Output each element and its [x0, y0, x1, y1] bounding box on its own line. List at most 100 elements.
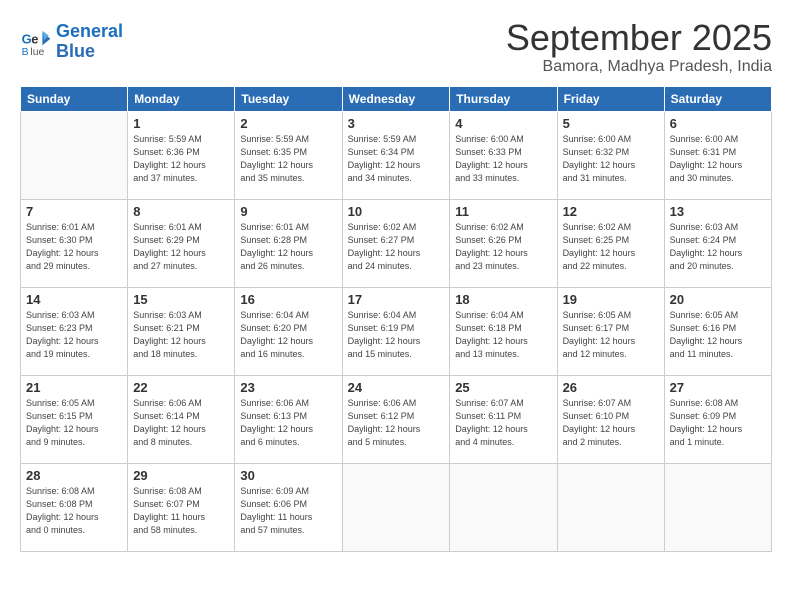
calendar-cell: 15 Sunrise: 6:03 AMSunset: 6:21 PMDayligh… [128, 287, 235, 375]
day-info: Sunrise: 6:03 AMSunset: 6:21 PMDaylight:… [133, 309, 229, 361]
day-number: 19 [563, 292, 659, 307]
weekday-header-monday: Monday [128, 86, 235, 111]
day-number: 29 [133, 468, 229, 483]
day-number: 1 [133, 116, 229, 131]
calendar-cell: 16 Sunrise: 6:04 AMSunset: 6:20 PMDayligh… [235, 287, 342, 375]
weekday-header-wednesday: Wednesday [342, 86, 450, 111]
day-number: 11 [455, 204, 551, 219]
calendar-header-row: SundayMondayTuesdayWednesdayThursdayFrid… [21, 86, 772, 111]
day-number: 2 [240, 116, 336, 131]
day-info: Sunrise: 6:05 AMSunset: 6:15 PMDaylight:… [26, 397, 122, 449]
calendar-cell: 3Sunrise: 5:59 AMSunset: 6:34 PMDaylight… [342, 111, 450, 199]
calendar-cell: 29 Sunrise: 6:08 AMSunset: 6:07 PMDayligh… [128, 463, 235, 551]
day-info: Sunrise: 6:07 AMSunset: 6:10 PMDaylight:… [563, 397, 659, 449]
calendar-cell [664, 463, 771, 551]
calendar-cell: 11 Sunrise: 6:02 AMSunset: 6:26 PMDayligh… [450, 199, 557, 287]
day-number: 5 [563, 116, 659, 131]
day-number: 27 [670, 380, 766, 395]
calendar-cell [342, 463, 450, 551]
day-number: 15 [133, 292, 229, 307]
calendar-cell: 13Sunrise: 6:03 AMSunset: 6:24 PMDayligh… [664, 199, 771, 287]
calendar-week-4: 21 Sunrise: 6:05 AMSunset: 6:15 PMDayligh… [21, 375, 772, 463]
calendar-cell: 23Sunrise: 6:06 AMSunset: 6:13 PMDayligh… [235, 375, 342, 463]
day-number: 16 [240, 292, 336, 307]
day-number: 4 [455, 116, 551, 131]
day-info: Sunrise: 6:08 AMSunset: 6:08 PMDaylight:… [26, 485, 122, 537]
month-title: September 2025 [506, 18, 772, 58]
header: G e B lue General Blue September 2025 Ba… [20, 18, 772, 76]
day-info: Sunrise: 6:09 AMSunset: 6:06 PMDaylight:… [240, 485, 336, 537]
day-number: 30 [240, 468, 336, 483]
title-block: September 2025 Bamora, Madhya Pradesh, I… [506, 18, 772, 76]
calendar-cell: 21 Sunrise: 6:05 AMSunset: 6:15 PMDayligh… [21, 375, 128, 463]
day-info: Sunrise: 6:00 AMSunset: 6:33 PMDaylight:… [455, 133, 551, 185]
day-info: Sunrise: 6:03 AMSunset: 6:23 PMDaylight:… [26, 309, 122, 361]
calendar-cell: 18 Sunrise: 6:04 AMSunset: 6:18 PMDayligh… [450, 287, 557, 375]
calendar-cell: 30 Sunrise: 6:09 AMSunset: 6:06 PMDayligh… [235, 463, 342, 551]
page: G e B lue General Blue September 2025 Ba… [0, 0, 792, 612]
svg-text:B: B [22, 47, 29, 58]
calendar-cell: 24Sunrise: 6:06 AMSunset: 6:12 PMDayligh… [342, 375, 450, 463]
logo: G e B lue General Blue [20, 22, 123, 62]
calendar-cell: 17 Sunrise: 6:04 AMSunset: 6:19 PMDayligh… [342, 287, 450, 375]
calendar-cell: 8Sunrise: 6:01 AMSunset: 6:29 PMDaylight… [128, 199, 235, 287]
calendar-cell: 7 Sunrise: 6:01 AMSunset: 6:30 PMDaylight… [21, 199, 128, 287]
calendar-week-2: 7 Sunrise: 6:01 AMSunset: 6:30 PMDaylight… [21, 199, 772, 287]
calendar-cell: 25Sunrise: 6:07 AMSunset: 6:11 PMDayligh… [450, 375, 557, 463]
day-info: Sunrise: 6:01 AMSunset: 6:28 PMDaylight:… [240, 221, 336, 273]
day-info: Sunrise: 6:08 AMSunset: 6:07 PMDaylight:… [133, 485, 229, 537]
day-number: 28 [26, 468, 122, 483]
calendar-cell: 6 Sunrise: 6:00 AMSunset: 6:31 PMDaylight… [664, 111, 771, 199]
day-info: Sunrise: 6:06 AMSunset: 6:14 PMDaylight:… [133, 397, 229, 449]
day-number: 22 [133, 380, 229, 395]
calendar-cell: 4 Sunrise: 6:00 AMSunset: 6:33 PMDaylight… [450, 111, 557, 199]
day-info: Sunrise: 5:59 AMSunset: 6:34 PMDaylight:… [348, 133, 445, 185]
day-info: Sunrise: 6:08 AMSunset: 6:09 PMDaylight:… [670, 397, 766, 449]
day-info: Sunrise: 6:04 AMSunset: 6:20 PMDaylight:… [240, 309, 336, 361]
calendar-cell: 19 Sunrise: 6:05 AMSunset: 6:17 PMDayligh… [557, 287, 664, 375]
calendar-cell: 22 Sunrise: 6:06 AMSunset: 6:14 PMDayligh… [128, 375, 235, 463]
svg-text:e: e [31, 31, 38, 46]
day-number: 7 [26, 204, 122, 219]
day-number: 25 [455, 380, 551, 395]
calendar-cell: 10Sunrise: 6:02 AMSunset: 6:27 PMDayligh… [342, 199, 450, 287]
day-info: Sunrise: 6:03 AMSunset: 6:24 PMDaylight:… [670, 221, 766, 273]
day-info: Sunrise: 6:05 AMSunset: 6:17 PMDaylight:… [563, 309, 659, 361]
calendar-cell [557, 463, 664, 551]
calendar-cell: 1Sunrise: 5:59 AMSunset: 6:36 PMDaylight… [128, 111, 235, 199]
weekday-header-tuesday: Tuesday [235, 86, 342, 111]
calendar-week-5: 28 Sunrise: 6:08 AMSunset: 6:08 PMDayligh… [21, 463, 772, 551]
calendar-cell [21, 111, 128, 199]
calendar-cell [450, 463, 557, 551]
calendar-table: SundayMondayTuesdayWednesdayThursdayFrid… [20, 86, 772, 552]
day-number: 14 [26, 292, 122, 307]
calendar-week-1: 1Sunrise: 5:59 AMSunset: 6:36 PMDaylight… [21, 111, 772, 199]
day-number: 21 [26, 380, 122, 395]
day-number: 6 [670, 116, 766, 131]
day-number: 17 [348, 292, 445, 307]
day-info: Sunrise: 6:00 AMSunset: 6:31 PMDaylight:… [670, 133, 766, 185]
logo-icon: G e B lue [20, 26, 52, 58]
calendar-cell: 14 Sunrise: 6:03 AMSunset: 6:23 PMDayligh… [21, 287, 128, 375]
day-number: 12 [563, 204, 659, 219]
weekday-header-friday: Friday [557, 86, 664, 111]
calendar-cell: 9Sunrise: 6:01 AMSunset: 6:28 PMDaylight… [235, 199, 342, 287]
day-info: Sunrise: 6:01 AMSunset: 6:30 PMDaylight:… [26, 221, 122, 273]
day-info: Sunrise: 6:02 AMSunset: 6:27 PMDaylight:… [348, 221, 445, 273]
day-info: Sunrise: 6:04 AMSunset: 6:18 PMDaylight:… [455, 309, 551, 361]
day-info: Sunrise: 6:06 AMSunset: 6:12 PMDaylight:… [348, 397, 445, 449]
day-info: Sunrise: 6:04 AMSunset: 6:19 PMDaylight:… [348, 309, 445, 361]
day-info: Sunrise: 6:01 AMSunset: 6:29 PMDaylight:… [133, 221, 229, 273]
day-info: Sunrise: 6:02 AMSunset: 6:26 PMDaylight:… [455, 221, 551, 273]
day-number: 26 [563, 380, 659, 395]
svg-text:G: G [22, 31, 32, 46]
logo-text-blue: Blue [56, 42, 123, 62]
calendar-week-3: 14 Sunrise: 6:03 AMSunset: 6:23 PMDayligh… [21, 287, 772, 375]
calendar-cell: 20Sunrise: 6:05 AMSunset: 6:16 PMDayligh… [664, 287, 771, 375]
calendar-cell: 27 Sunrise: 6:08 AMSunset: 6:09 PMDayligh… [664, 375, 771, 463]
day-info: Sunrise: 5:59 AMSunset: 6:35 PMDaylight:… [240, 133, 336, 185]
logo-text: General [56, 22, 123, 42]
day-info: Sunrise: 6:00 AMSunset: 6:32 PMDaylight:… [563, 133, 659, 185]
day-number: 18 [455, 292, 551, 307]
calendar-cell: 26 Sunrise: 6:07 AMSunset: 6:10 PMDayligh… [557, 375, 664, 463]
